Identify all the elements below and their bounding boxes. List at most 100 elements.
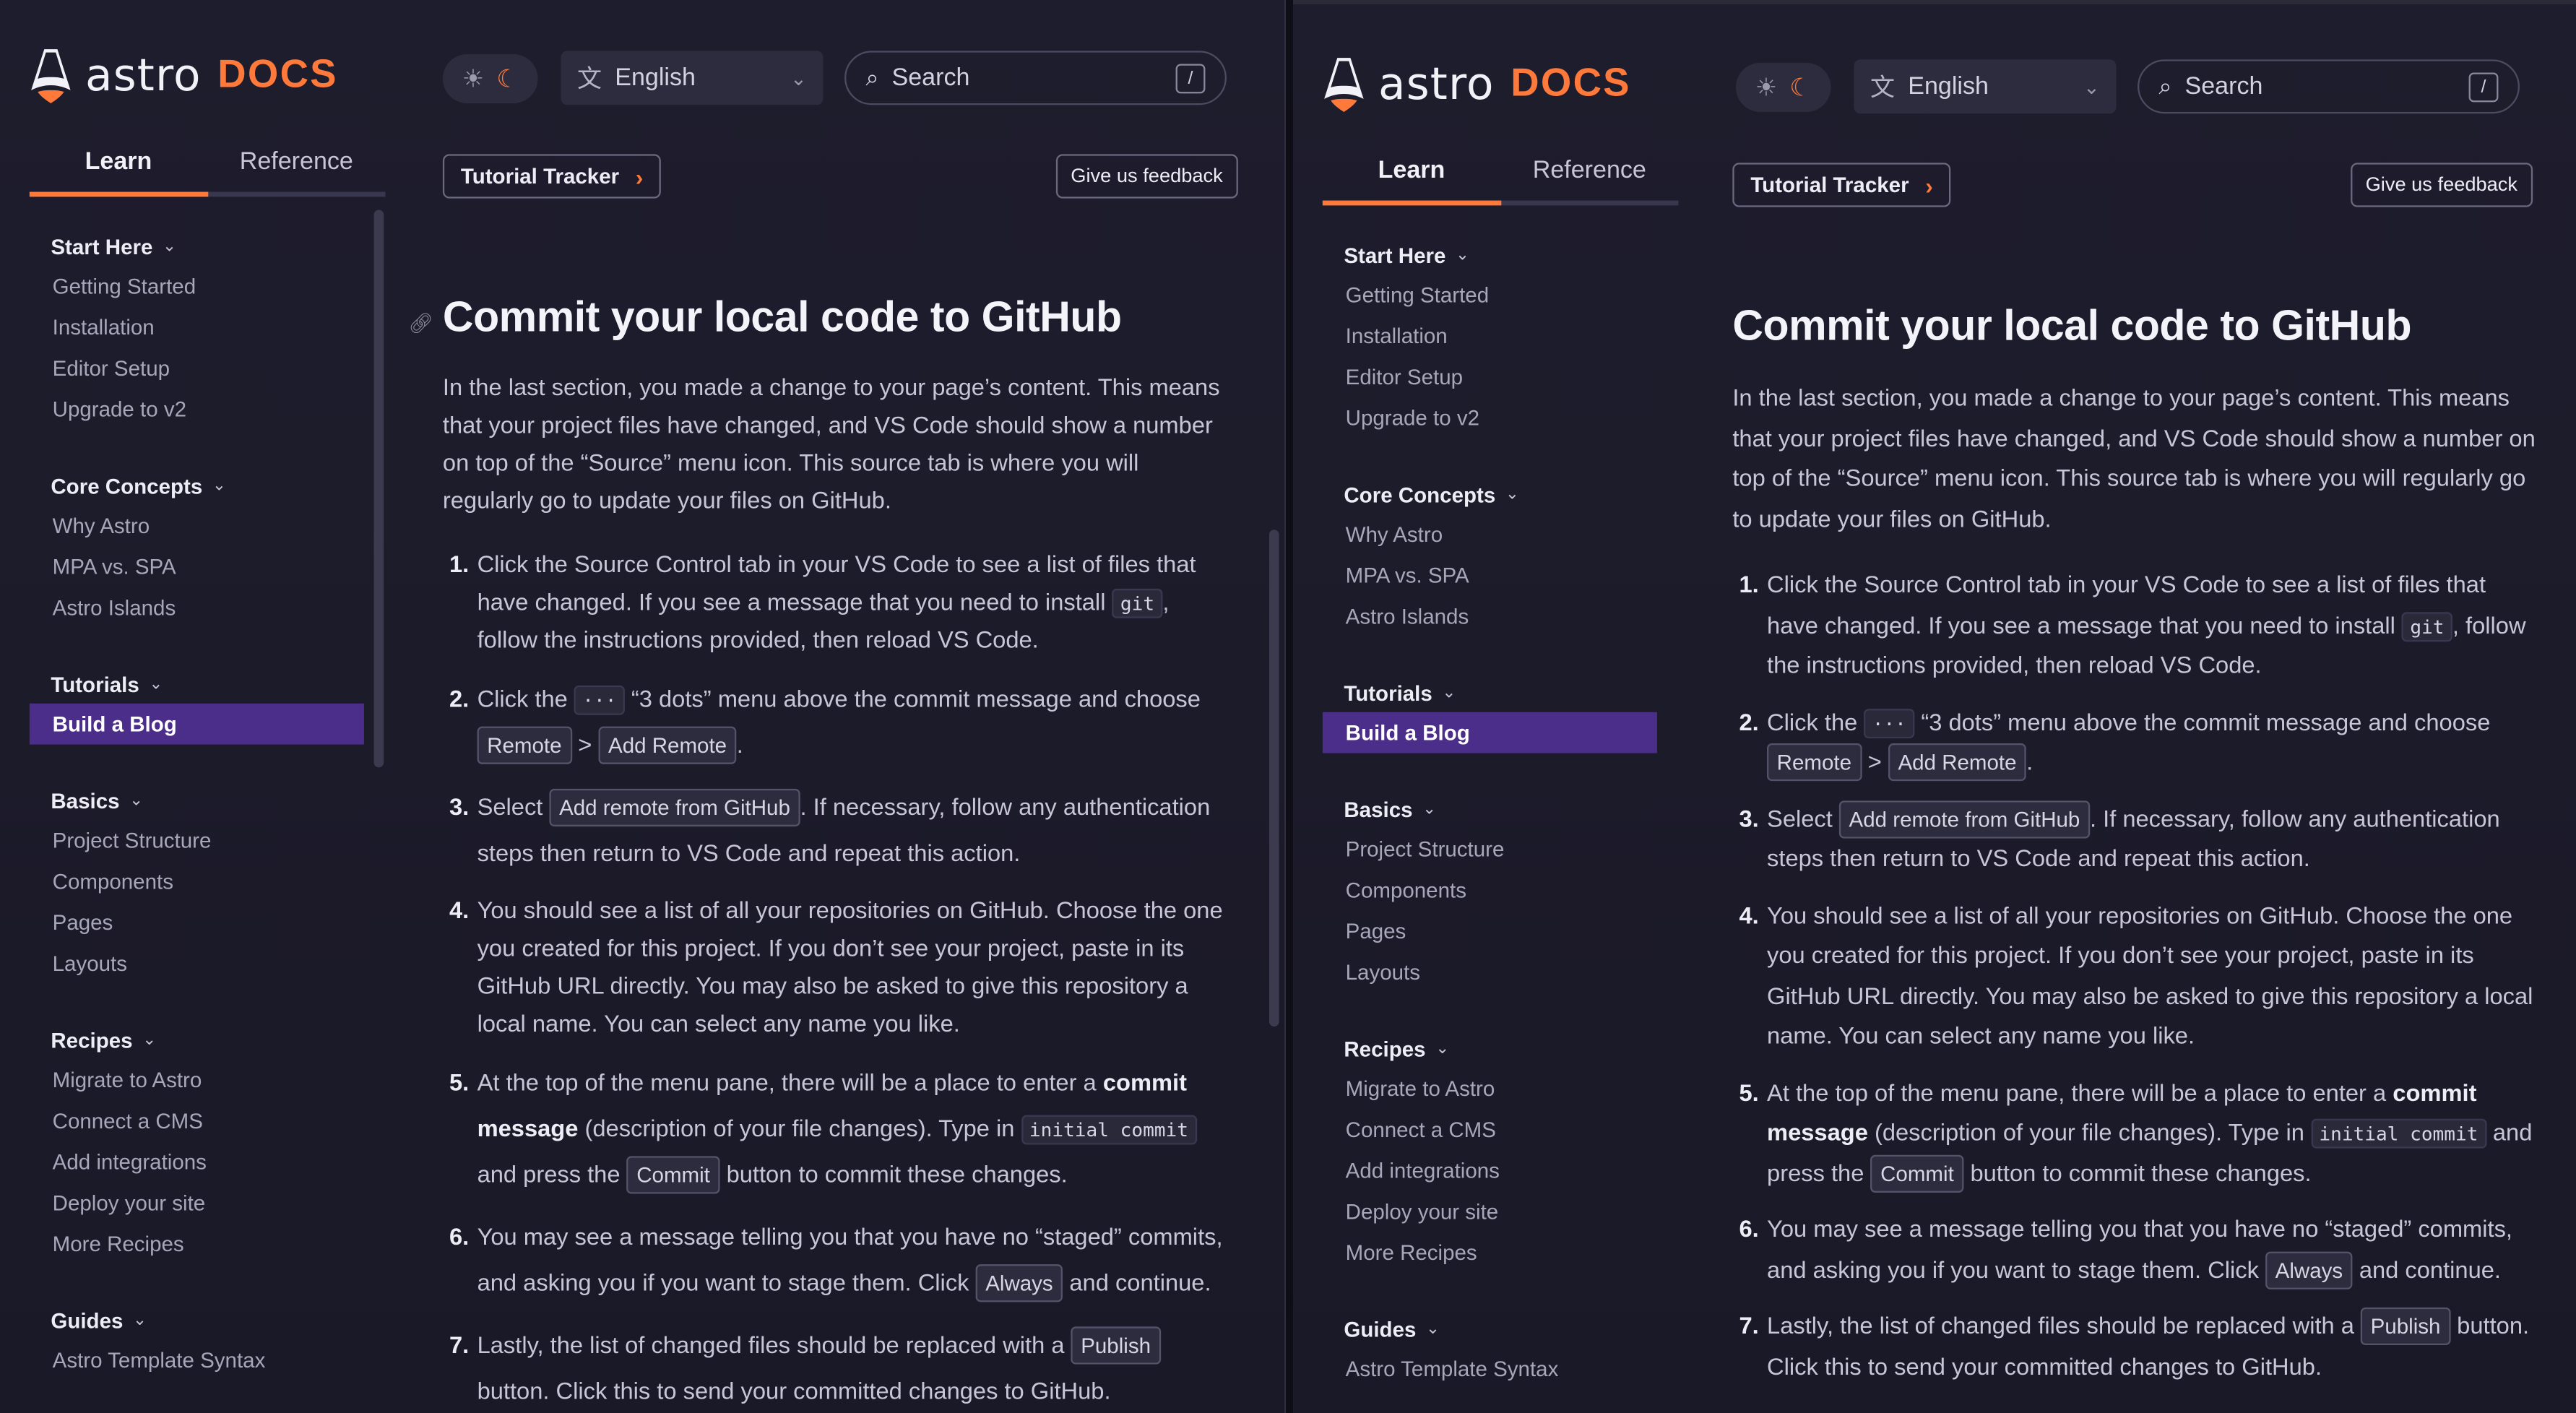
sidebar-item-integrations[interactable]: Add integrations	[1323, 1150, 1657, 1191]
sidebar-group-core-concepts[interactable]: Core Concepts ⌄	[30, 469, 364, 505]
sidebar-item-installation[interactable]: Installation	[30, 306, 364, 347]
sidebar-group-recipes[interactable]: Recipes ⌄	[1323, 1032, 1657, 1068]
step-number: 5	[1739, 1073, 1758, 1114]
chevron-down-icon: ⌄	[1442, 684, 1456, 703]
sidebar-item-cms[interactable]: Connect a CMS	[1323, 1109, 1657, 1150]
search-icon: ⌕	[865, 64, 879, 90]
list-item: 6You may see a message telling you that …	[1732, 1211, 2539, 1291]
sidebar-item-astro-islands[interactable]: Astro Islands	[1323, 596, 1657, 637]
site-logo[interactable]: astro DOCS	[30, 46, 338, 105]
feedback-button[interactable]: Give us feedback	[1055, 154, 1238, 199]
sidebar-item-upgrade[interactable]: Upgrade to v2	[1323, 397, 1657, 438]
sidebar-item-why-astro[interactable]: Why Astro	[30, 505, 364, 546]
sidebar-item-editor-setup[interactable]: Editor Setup	[30, 347, 364, 389]
sidebar-item-upgrade[interactable]: Upgrade to v2	[30, 389, 364, 430]
step-text: (description of your file changes). Type…	[578, 1116, 1021, 1144]
sidebar-item-more-recipes[interactable]: More Recipes	[30, 1223, 364, 1264]
search-button[interactable]: ⌕ Search /	[2138, 59, 2520, 114]
sidebar-scrollbar[interactable]	[373, 209, 384, 768]
astro-logo-icon	[1324, 58, 1364, 113]
tracker-label: Tutorial Tracker	[1750, 173, 1909, 198]
sidebar-group-guides[interactable]: Guides ⌄	[1323, 1313, 1657, 1349]
tutorial-tracker-button[interactable]: Tutorial Tracker ›	[1732, 163, 1951, 207]
tutorial-tracker-button[interactable]: Tutorial Tracker ›	[442, 154, 662, 199]
theme-toggle[interactable]: ☀ ☾	[1735, 62, 1831, 113]
sidebar-group-tutorials[interactable]: Tutorials ⌄	[30, 667, 364, 704]
step-text: Select	[1767, 806, 1839, 833]
sidebar-item-build-a-blog[interactable]: Build a Blog	[29, 703, 364, 745]
sidebar-item-integrations[interactable]: Add integrations	[30, 1141, 364, 1183]
left-window: astro DOCS ☀ ☾ 文 English ⌄ ⌕ Search / Le…	[0, 0, 1284, 1413]
language-select[interactable]: 文 English ⌄	[1854, 59, 2117, 114]
sidebar-item-template-syntax[interactable]: Astro Template Syntax	[30, 1340, 364, 1381]
sidebar-item-pages[interactable]: Pages	[30, 902, 364, 943]
sidebar-item-getting-started[interactable]: Getting Started	[1323, 275, 1657, 316]
sidebar-item-components[interactable]: Components	[1323, 870, 1657, 911]
sidebar-item-deploy[interactable]: Deploy your site	[1323, 1191, 1657, 1232]
sidebar-item-installation[interactable]: Installation	[1323, 315, 1657, 356]
step-number: 6	[449, 1215, 469, 1261]
list-item: 3Select Add remote from GitHub. If neces…	[443, 785, 1230, 877]
sidebar-nav: Start Here ⌄ Getting Started Installation…	[1322, 238, 1657, 1413]
sidebar-item-layouts[interactable]: Layouts	[1323, 951, 1657, 993]
sidebar-item-mpa-spa[interactable]: MPA vs. SPA	[30, 546, 364, 587]
chevron-down-icon: ⌄	[133, 1312, 147, 1330]
sidebar-item-deploy[interactable]: Deploy your site	[30, 1183, 364, 1224]
sidebar-item-template-syntax[interactable]: Astro Template Syntax	[1323, 1349, 1657, 1390]
sidebar-item-layouts[interactable]: Layouts	[30, 943, 364, 984]
tab-reference[interactable]: Reference	[1500, 147, 1678, 201]
sidebar-group-basics[interactable]: Basics ⌄	[1323, 792, 1657, 829]
step-text: Click the	[477, 687, 574, 714]
tab-reference[interactable]: Reference	[207, 138, 385, 192]
step-text: Lastly, the list of changed files should…	[1767, 1313, 2361, 1341]
sidebar-item-mpa-spa[interactable]: MPA vs. SPA	[1323, 555, 1657, 596]
language-select[interactable]: 文 English ⌄	[561, 51, 824, 105]
search-button[interactable]: ⌕ Search /	[844, 51, 1227, 105]
step-number: 1	[1739, 566, 1758, 607]
sidebar-item-editor-setup[interactable]: Editor Setup	[1323, 356, 1657, 397]
sidebar-item-getting-started[interactable]: Getting Started	[30, 266, 364, 307]
link-icon[interactable]: 🔗︎	[408, 311, 433, 334]
theme-toggle[interactable]: ☀ ☾	[442, 53, 538, 104]
sidebar-item-components[interactable]: Components	[30, 861, 364, 902]
sidebar-group-core-concepts[interactable]: Core Concepts ⌄	[1323, 478, 1657, 514]
sidebar-group-recipes[interactable]: Recipes ⌄	[30, 1023, 364, 1059]
sidebar-item-migrate[interactable]: Migrate to Astro	[30, 1059, 364, 1100]
tab-learn[interactable]: Learn	[1322, 147, 1500, 206]
group-label: Start Here	[1344, 243, 1446, 268]
content-scrollbar[interactable]	[1268, 530, 1279, 1027]
chevron-down-icon: ⌄	[1426, 1321, 1440, 1339]
step-text: (description of your file changes). Type…	[1867, 1120, 2312, 1147]
step-text: Click the Source Control tab in your VS …	[1767, 572, 2486, 639]
sidebar-group-start-here[interactable]: Start Here ⌄	[1323, 238, 1657, 275]
inline-code: initial commit	[2311, 1118, 2486, 1149]
step-text: Select	[477, 795, 550, 822]
tracker-label: Tutorial Tracker	[460, 164, 620, 189]
sidebar-tabs: Learn Reference	[29, 138, 386, 197]
tab-learn[interactable]: Learn	[29, 138, 207, 197]
sidebar-group-basics[interactable]: Basics ⌄	[30, 784, 364, 820]
search-icon: ⌕	[2158, 72, 2172, 99]
list-item: 7 Lastly, the list of changed files shoul…	[443, 1323, 1230, 1413]
sidebar-group-guides[interactable]: Guides ⌄	[30, 1304, 364, 1340]
chevron-down-icon: ⌄	[2083, 74, 2100, 98]
sidebar-item-project-structure[interactable]: Project Structure	[1323, 829, 1657, 870]
window-top-edge	[1293, 0, 2576, 4]
chevron-down-icon: ⌄	[1422, 800, 1437, 819]
step-text: and continue.	[2352, 1257, 2502, 1284]
feedback-button[interactable]: Give us feedback	[2351, 163, 2533, 207]
site-logo[interactable]: astro DOCS	[1323, 55, 1631, 114]
sidebar-item-astro-islands[interactable]: Astro Islands	[30, 587, 364, 628]
list-item: 5 At the top of the menu pane, there will…	[1732, 1073, 2539, 1194]
group-label: Basics	[1344, 797, 1413, 822]
sidebar-item-build-a-blog[interactable]: Build a Blog	[1322, 712, 1657, 753]
sidebar-item-migrate[interactable]: Migrate to Astro	[1323, 1068, 1657, 1109]
step-number: 4	[449, 894, 469, 931]
sidebar-item-why-astro[interactable]: Why Astro	[1323, 514, 1657, 555]
sidebar-item-more-recipes[interactable]: More Recipes	[1323, 1232, 1657, 1273]
sidebar-item-project-structure[interactable]: Project Structure	[30, 820, 364, 861]
sidebar-group-tutorials[interactable]: Tutorials ⌄	[1323, 676, 1657, 712]
sidebar-item-pages[interactable]: Pages	[1323, 911, 1657, 952]
sidebar-group-start-here[interactable]: Start Here ⌄	[30, 230, 364, 266]
sidebar-item-cms[interactable]: Connect a CMS	[30, 1100, 364, 1141]
